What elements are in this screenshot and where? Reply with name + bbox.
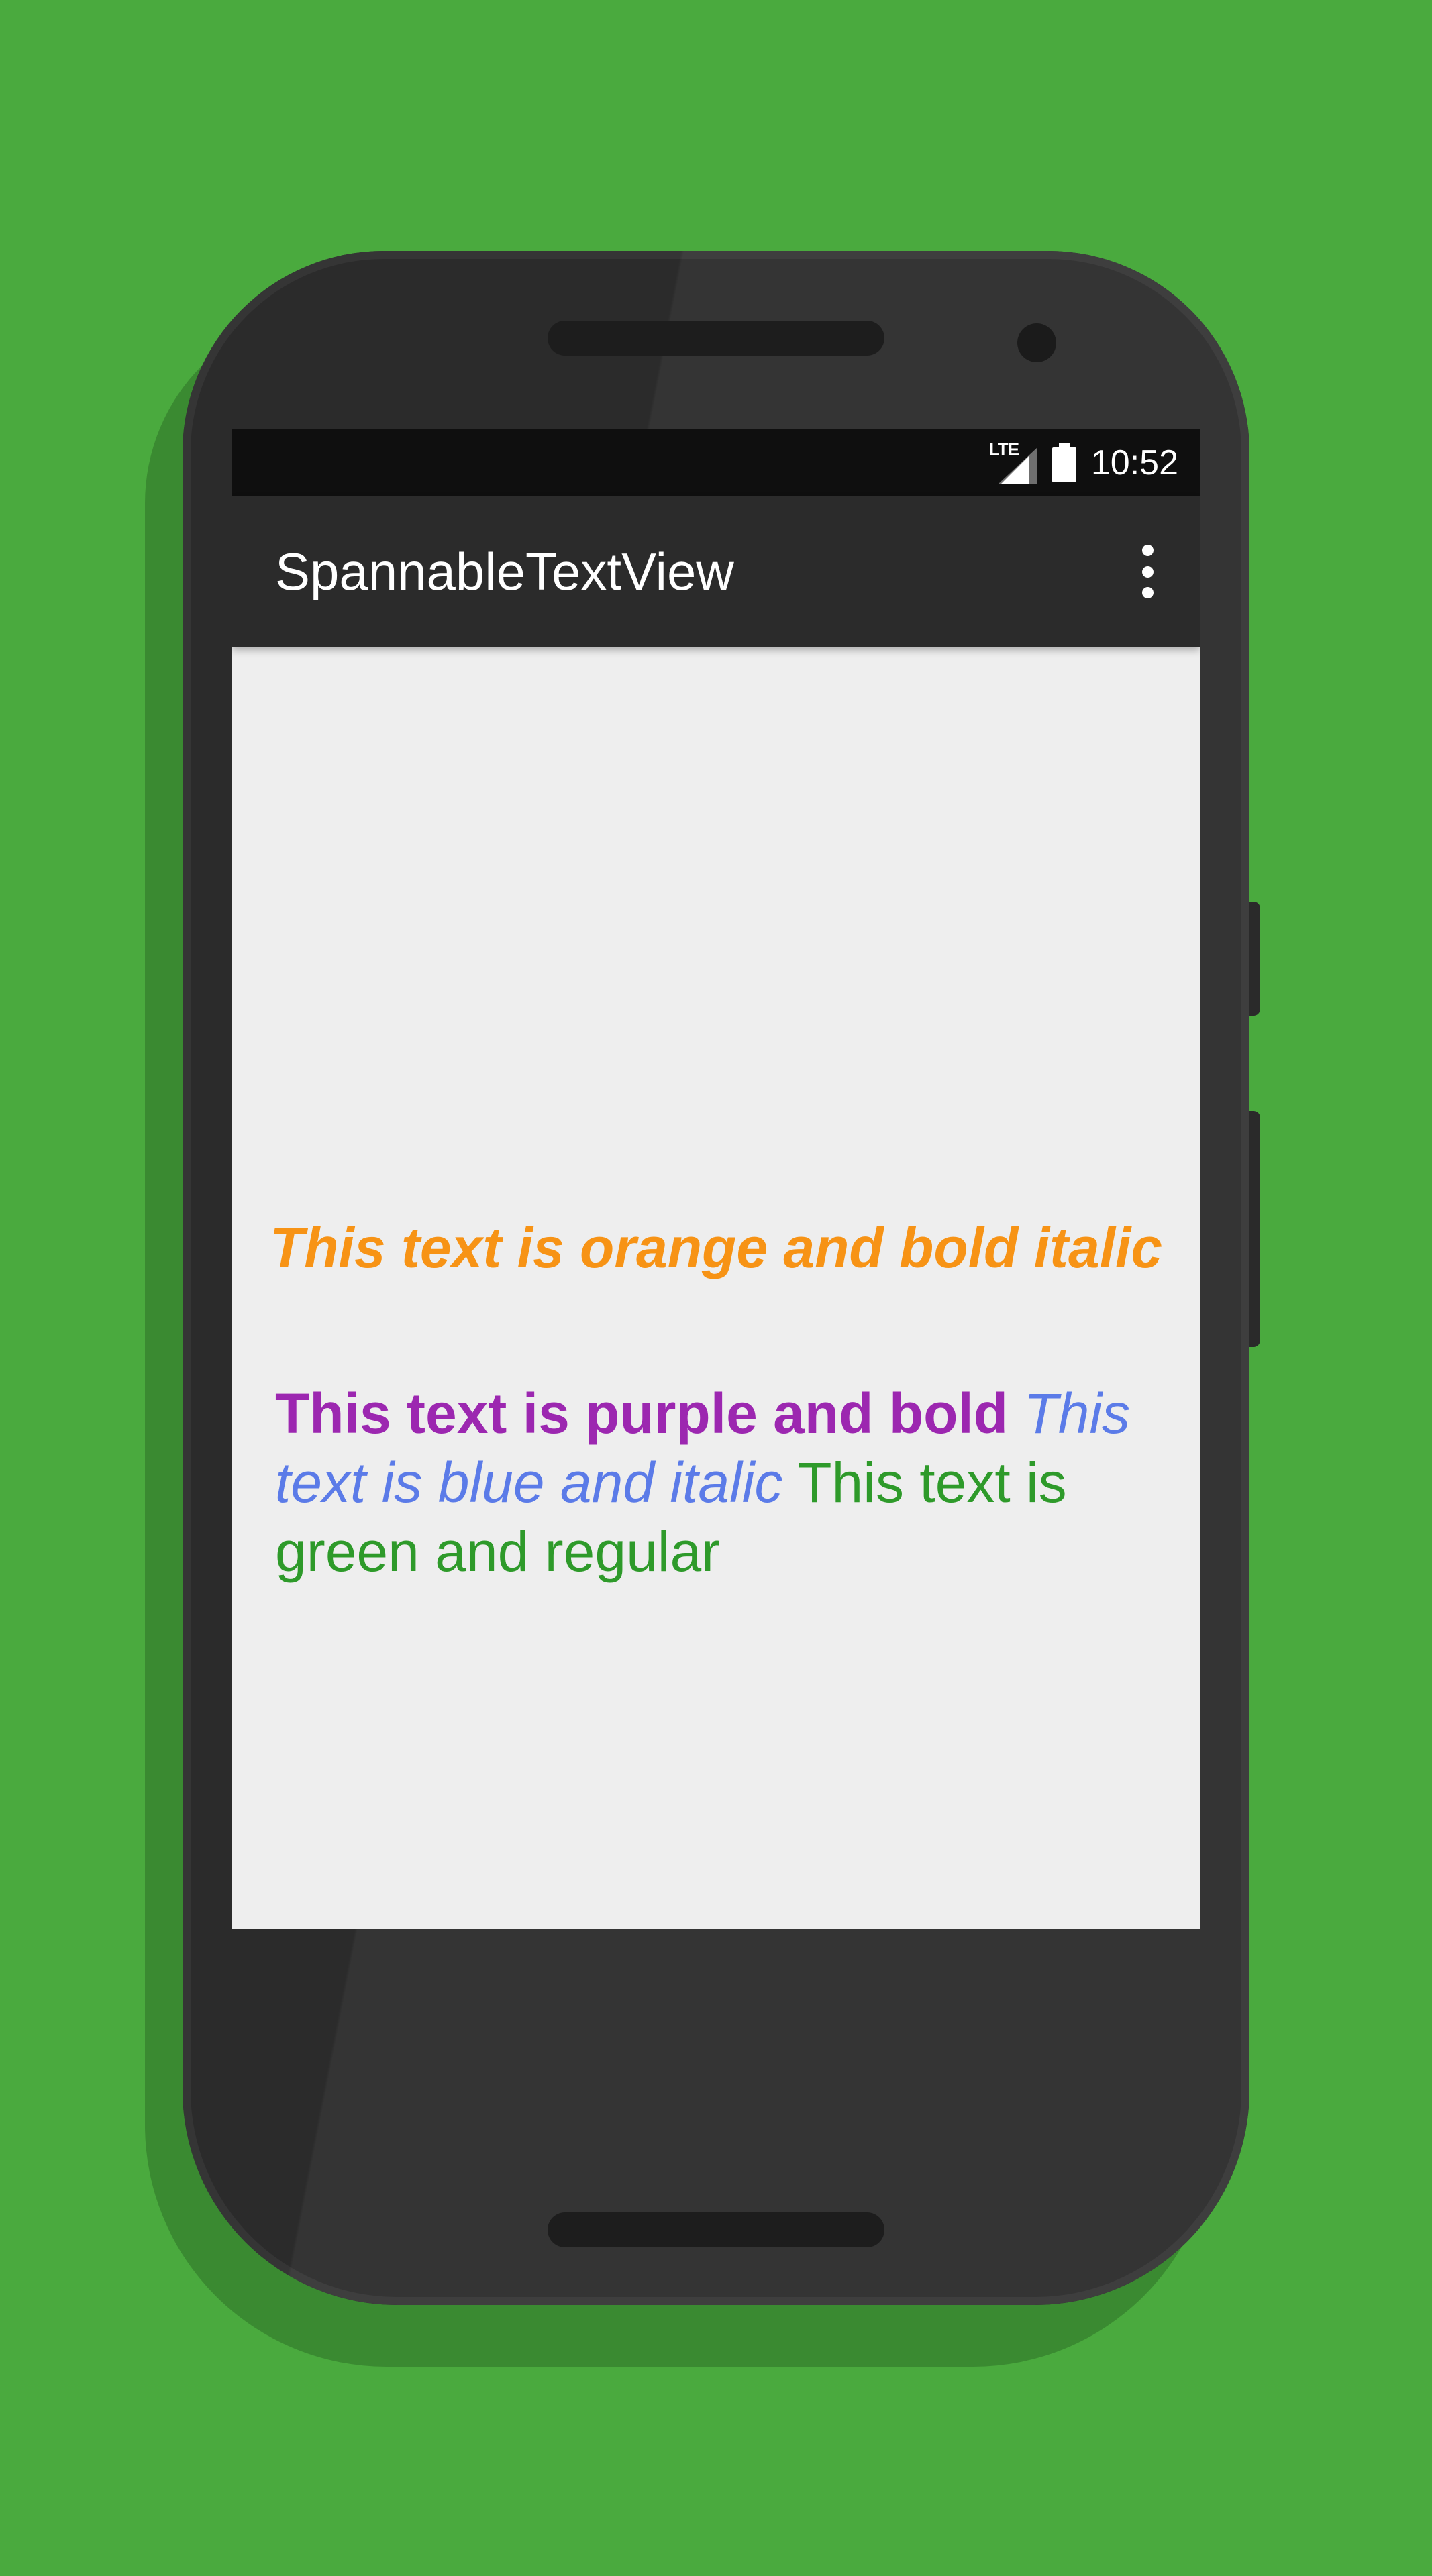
multi-span-text: This text is purple and bold This text i… (275, 1379, 1161, 1587)
status-icons: LTE 10:52 (989, 429, 1178, 496)
lte-signal-icon: LTE (989, 439, 1037, 484)
front-camera (1017, 323, 1056, 362)
device-screen: LTE 10:52 SpannableTextView This text is… (232, 429, 1200, 1929)
battery-icon (1052, 443, 1076, 482)
signal-strength-icon (998, 447, 1037, 484)
earpiece-speaker (548, 321, 884, 356)
more-vert-icon[interactable] (1134, 545, 1161, 598)
device-frame: LTE 10:52 SpannableTextView This text is… (183, 251, 1249, 2305)
orange-bold-italic-text: This text is orange and bold italic (269, 1216, 1163, 1279)
app-bar: SpannableTextView (232, 496, 1200, 647)
status-bar: LTE 10:52 (232, 429, 1200, 496)
app-title: SpannableTextView (275, 542, 734, 601)
bottom-speaker (548, 2212, 884, 2247)
purple-bold-span: This text is purple and bold (275, 1382, 1009, 1445)
main-content: This text is orange and bold italic This… (232, 647, 1200, 1929)
status-clock: 10:52 (1090, 443, 1178, 482)
